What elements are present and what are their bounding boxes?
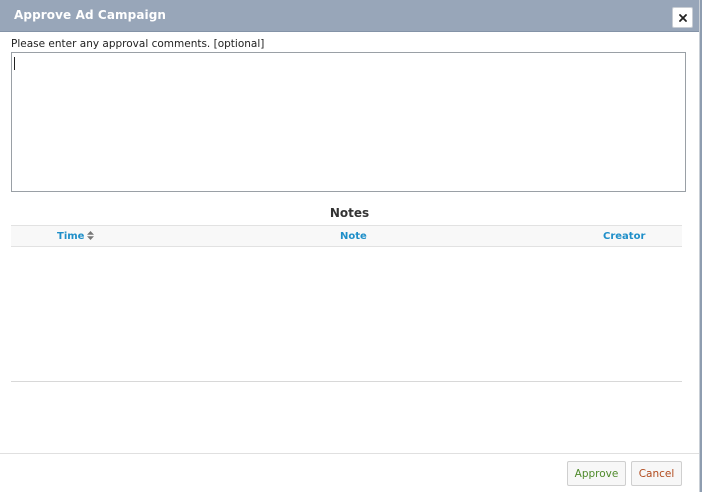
column-header-time[interactable]: Time — [57, 230, 95, 242]
close-button[interactable] — [672, 7, 693, 28]
text-caret — [14, 57, 15, 70]
column-header-note[interactable]: Note — [340, 231, 367, 242]
comment-textarea[interactable] — [11, 52, 686, 192]
dialog-titlebar[interactable]: Approve Ad Campaign — [0, 0, 699, 32]
notes-table-body — [11, 247, 682, 382]
dialog-title: Approve Ad Campaign — [14, 8, 167, 22]
notes-title: Notes — [329, 206, 370, 220]
approve-dialog: Approve Ad Campaign Please enter any app… — [0, 0, 700, 492]
notes-table-header: Time Note Creator — [11, 225, 682, 247]
cancel-button[interactable]: Cancel — [631, 461, 682, 486]
column-header-time-label: Time — [57, 231, 85, 242]
comment-label: Please enter any approval comments. [opt… — [11, 38, 265, 50]
close-icon — [678, 13, 687, 22]
footer-divider — [0, 453, 699, 454]
sort-icon — [87, 230, 95, 240]
column-header-creator[interactable]: Creator — [603, 231, 645, 242]
approve-button[interactable]: Approve — [567, 461, 626, 486]
